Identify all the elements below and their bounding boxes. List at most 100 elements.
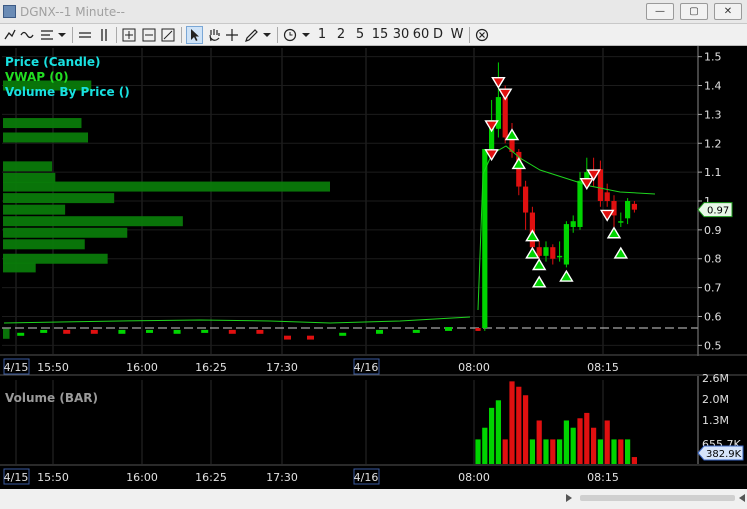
volume-bar <box>482 427 488 464</box>
interval-60-button[interactable]: 60 <box>411 26 431 44</box>
chart-type-icon[interactable] <box>3 26 17 44</box>
candle-body <box>557 255 563 258</box>
interval-day-button[interactable]: D <box>431 26 445 44</box>
zoom-in-icon[interactable] <box>121 26 137 44</box>
time-tick-label: 16:25 <box>195 361 227 374</box>
draw-dropdown-chevron-icon[interactable] <box>261 26 273 44</box>
last-volume-label: 382.9K <box>706 449 742 460</box>
volume-axis: 2.6M2.0M1.3M655.7K382.9K <box>697 372 744 461</box>
toolbar-divider <box>116 27 117 43</box>
volume-by-price-bar <box>3 193 115 204</box>
volume-bar <box>529 439 535 464</box>
volume-by-price-bar <box>3 253 108 264</box>
price-tick-label: 0.5 <box>704 339 722 352</box>
study-list-icon[interactable] <box>40 26 54 44</box>
candle-body <box>563 224 569 265</box>
volume-panel-title: Volume (BAR) <box>5 391 98 405</box>
pointer-tool-icon[interactable] <box>186 26 203 44</box>
price-tick-label: 0.6 <box>704 310 722 323</box>
volume-bar <box>495 400 501 464</box>
refresh-clock-icon[interactable] <box>282 26 298 44</box>
overnight-bar <box>201 329 209 333</box>
window-title: DGNX--1 Minute-- <box>20 5 125 19</box>
candle-body <box>631 203 637 210</box>
overnight-vwap-line <box>3 316 471 324</box>
volume-bar <box>591 427 597 464</box>
time-tick-label: 16:00 <box>126 361 158 374</box>
time-tick-label: 4/16 <box>354 361 379 374</box>
volume-by-price-bar <box>3 172 56 183</box>
horizontal-lines-icon[interactable] <box>78 26 92 44</box>
volume-by-price-bar <box>3 118 82 129</box>
candle-body <box>475 328 481 331</box>
volume-bar <box>631 457 637 464</box>
interval-dropdown-chevron-icon[interactable] <box>300 26 312 44</box>
volume-bar <box>625 439 631 464</box>
price-tick-label: 0.9 <box>704 224 722 237</box>
app-icon <box>3 5 16 18</box>
volume-by-price-bar <box>3 239 85 250</box>
close-button[interactable]: ✕ <box>714 3 742 20</box>
legend-price-candle: Price (Candle) <box>5 55 101 69</box>
cancel-icon[interactable] <box>474 26 490 44</box>
buy-signal-arrow <box>613 246 629 259</box>
volume-by-price-bars <box>3 80 330 339</box>
price-tick-label: 1.4 <box>704 80 722 93</box>
chart-area[interactable]: 1.5 1.4 1.3 1.2 1.1 1 0.9 0.8 0.7 0.6 0.5 0.97 2.6M… <box>0 46 747 509</box>
interval-15-button[interactable]: 15 <box>370 26 390 44</box>
volume-by-price-bar <box>3 227 128 238</box>
interval-1-button[interactable]: 1 <box>316 26 328 44</box>
volume-bar <box>516 386 522 464</box>
overnight-bar <box>63 329 71 334</box>
volume-bar <box>543 439 549 464</box>
time-tick-label: 4/15 <box>4 471 29 484</box>
indicator-icon[interactable] <box>20 26 34 44</box>
zoom-out-icon[interactable] <box>141 26 157 44</box>
panel-frames <box>0 46 747 466</box>
volume-tick-label: 1.3M <box>702 414 729 427</box>
volume-bar <box>563 420 569 464</box>
volume-bar <box>502 439 508 464</box>
minimize-button[interactable]: — <box>646 3 674 20</box>
time-tick-label: 08:00 <box>458 361 490 374</box>
vertical-lines-icon[interactable] <box>97 26 111 44</box>
study-dropdown-chevron-icon[interactable] <box>56 26 68 44</box>
toolbar-divider <box>181 27 182 43</box>
overnight-bar <box>307 335 314 340</box>
interval-30-button[interactable]: 30 <box>391 26 411 44</box>
candle-body <box>536 247 542 256</box>
legend-vwap: VWAP (0) <box>5 70 69 84</box>
interval-week-button[interactable]: W <box>449 26 465 44</box>
time-tick-label: 4/16 <box>354 471 379 484</box>
time-tick-label: 08:15 <box>587 361 619 374</box>
chart-canvas[interactable]: 1.51.41.31.21.110.90.80.70.60.50.97 2.6M… <box>0 46 747 509</box>
draw-pen-icon[interactable] <box>243 26 259 44</box>
time-tick-label: 17:30 <box>266 361 298 374</box>
candle-body <box>604 192 610 201</box>
time-tick-label: 15:50 <box>37 361 69 374</box>
overnight-bar <box>412 329 420 333</box>
scrollbar-thumb <box>580 495 735 501</box>
maximize-button[interactable]: ▢ <box>680 3 708 20</box>
chart-toolbar: 1 2 5 15 30 60 D W <box>0 24 747 46</box>
overnight-bar <box>40 329 48 333</box>
interval-2-button[interactable]: 2 <box>335 26 347 44</box>
sell-signal-arrow <box>491 76 506 90</box>
overnight-bar <box>90 329 98 334</box>
hand-pan-icon[interactable] <box>206 26 222 44</box>
crosshair-icon[interactable] <box>224 26 240 44</box>
volume-by-price-bar <box>3 204 66 215</box>
price-tick-label: 1.3 <box>704 108 722 121</box>
price-tick-label: 1.5 <box>704 51 722 64</box>
toolbar-divider <box>277 27 278 43</box>
zoom-fit-icon[interactable] <box>160 26 176 44</box>
overnight-bar <box>284 335 291 340</box>
horizontal-scrollbar[interactable] <box>0 489 747 509</box>
overnight-bar <box>146 329 153 333</box>
candle-body <box>625 201 631 219</box>
volume-bar <box>523 395 529 464</box>
overnight-bar <box>339 332 347 336</box>
buy-signal-arrow <box>559 269 574 282</box>
interval-5-button[interactable]: 5 <box>354 26 366 44</box>
legend-volume-by-price: Volume By Price () <box>5 85 130 99</box>
